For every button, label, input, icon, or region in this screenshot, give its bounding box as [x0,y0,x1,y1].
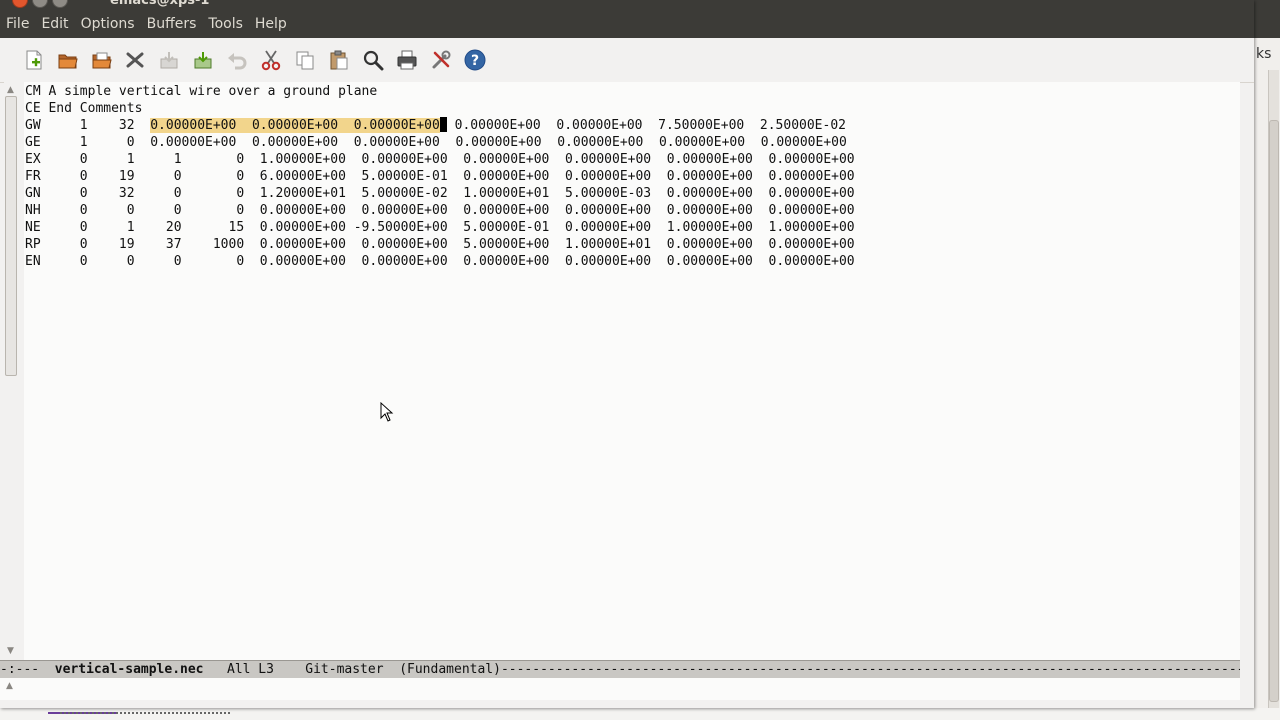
cut-icon[interactable] [259,48,283,72]
menu-bar: File Edit Options Buffers Tools Help [0,10,1254,38]
minibuffer[interactable]: ▲ [0,678,1240,700]
window-title: emacs@xps-1 [110,0,210,8]
title-bar: emacs@xps-1 [0,0,1254,10]
buffer-line-text: GW 1 32 [25,118,151,133]
buffer-line-text-rest: 0.00000E+00 0.00000E+00 7.50000E+00 2.50… [446,118,846,133]
buffer-line-text: CM A simple vertical wire over a ground … [25,84,378,99]
background-window-text: ks [1256,46,1272,62]
toolbar [0,38,1254,83]
buffer-text[interactable]: CM A simple vertical wire over a ground … [25,83,1235,653]
open-file-icon[interactable] [56,48,80,72]
maximize-window-button[interactable] [52,0,68,8]
buffer-line[interactable]: GE 1 0 0.00000E+00 0.00000E+00 0.00000E+… [25,134,1235,151]
minimize-window-button[interactable] [32,0,48,8]
menu-edit[interactable]: Edit [35,10,74,38]
background-window-scroll-thumb[interactable] [1269,120,1279,702]
print-icon[interactable] [395,48,419,72]
editor-area[interactable]: ▲ ▼ CM A simple vertical wire over a gro… [4,82,1240,660]
buffer-line[interactable]: CM A simple vertical wire over a ground … [25,83,1235,100]
menu-file[interactable]: File [0,10,35,38]
copy-icon[interactable] [293,48,317,72]
new-file-icon[interactable] [22,48,46,72]
menu-options[interactable]: Options [75,10,141,38]
buffer-line[interactable]: NE 0 1 20 15 0.00000E+00 -9.50000E+00 5.… [25,219,1235,236]
minibuffer-scroll-icon: ▲ [6,681,13,691]
save-icon[interactable] [157,48,181,72]
mode-line[interactable]: -:--- vertical-sample.nec All L3 Git-mas… [0,660,1240,679]
buffer-line-text: EN 0 0 0 0 0.00000E+00 0.00000E+00 0.000… [25,254,855,269]
buffer-line[interactable]: GN 0 32 0 0 1.20000E+01 5.00000E-02 1.00… [25,185,1235,202]
menu-tools[interactable]: Tools [202,10,249,38]
buffer-line-text: GN 0 32 0 0 1.20000E+01 5.00000E-02 1.00… [25,186,855,201]
background-text [60,712,230,720]
buffer-line[interactable]: FR 0 19 0 0 6.00000E+00 5.00000E-01 0.00… [25,168,1235,185]
screen: ks emacs@xps-1 File Edit Options Buffers… [0,0,1280,720]
buffer-line[interactable]: EN 0 0 0 0 0.00000E+00 0.00000E+00 0.000… [25,253,1235,270]
undo-icon[interactable] [225,48,249,72]
preferences-icon[interactable] [429,48,453,72]
vertical-scrollbar[interactable]: ▲ ▼ [4,82,24,660]
save-as-icon[interactable] [191,48,215,72]
emacs-window: emacs@xps-1 File Edit Options Buffers To… [0,0,1254,708]
close-buffer-icon[interactable] [123,48,147,72]
scroll-thumb[interactable] [5,96,17,376]
buffer-line-text: EX 0 1 1 0 1.00000E+00 0.00000E+00 0.000… [25,152,855,167]
buffer-line-text: RP 0 19 37 1000 0.00000E+00 0.00000E+00 … [25,237,855,252]
paste-icon[interactable] [327,48,351,72]
menu-help[interactable]: Help [249,10,293,38]
buffer-line[interactable]: GW 1 32 0.00000E+00 0.00000E+00 0.00000E… [25,117,1235,134]
open-directory-icon[interactable] [90,48,114,72]
buffer-line-text: GE 1 0 0.00000E+00 0.00000E+00 0.00000E+… [25,135,847,150]
svg-text:?: ? [471,53,479,69]
scroll-down-arrow-icon[interactable]: ▼ [7,646,14,656]
modeline-fill: ----------------------------------------… [500,662,1240,677]
buffer-line[interactable]: NH 0 0 0 0 0.00000E+00 0.00000E+00 0.000… [25,202,1235,219]
text-cursor [439,117,447,132]
buffer-line-text: CE End Comments [25,101,143,116]
modeline-major-mode[interactable]: (Fundamental) [384,662,501,677]
menu-buffers[interactable]: Buffers [141,10,203,38]
background-window-bottom [0,708,1280,720]
buffer-line[interactable]: EX 0 1 1 0 1.00000E+00 0.00000E+00 0.000… [25,151,1235,168]
modeline-buffer-name[interactable]: vertical-sample.nec [55,662,204,677]
mouse-pointer-icon [380,401,394,426]
modeline-vc[interactable]: Git-master [305,662,383,677]
modeline-status: -:--- [0,662,55,677]
buffer-line-text: FR 0 19 0 0 6.00000E+00 5.00000E-01 0.00… [25,169,855,184]
buffer-line-text: NE 0 1 20 15 0.00000E+00 -9.50000E+00 5.… [25,220,855,235]
buffer-line-text: NH 0 0 0 0 0.00000E+00 0.00000E+00 0.000… [25,203,855,218]
close-window-button[interactable] [12,0,28,8]
buffer-line[interactable]: CE End Comments [25,100,1235,117]
help-icon[interactable]: ? [463,48,487,72]
highlighted-region: 0.00000E+00 0.00000E+00 0.00000E+00 [150,118,440,133]
search-icon[interactable] [361,48,385,72]
modeline-position: All L3 [203,662,306,677]
scroll-up-arrow-icon[interactable]: ▲ [7,85,14,95]
buffer-line[interactable]: RP 0 19 37 1000 0.00000E+00 0.00000E+00 … [25,236,1235,253]
